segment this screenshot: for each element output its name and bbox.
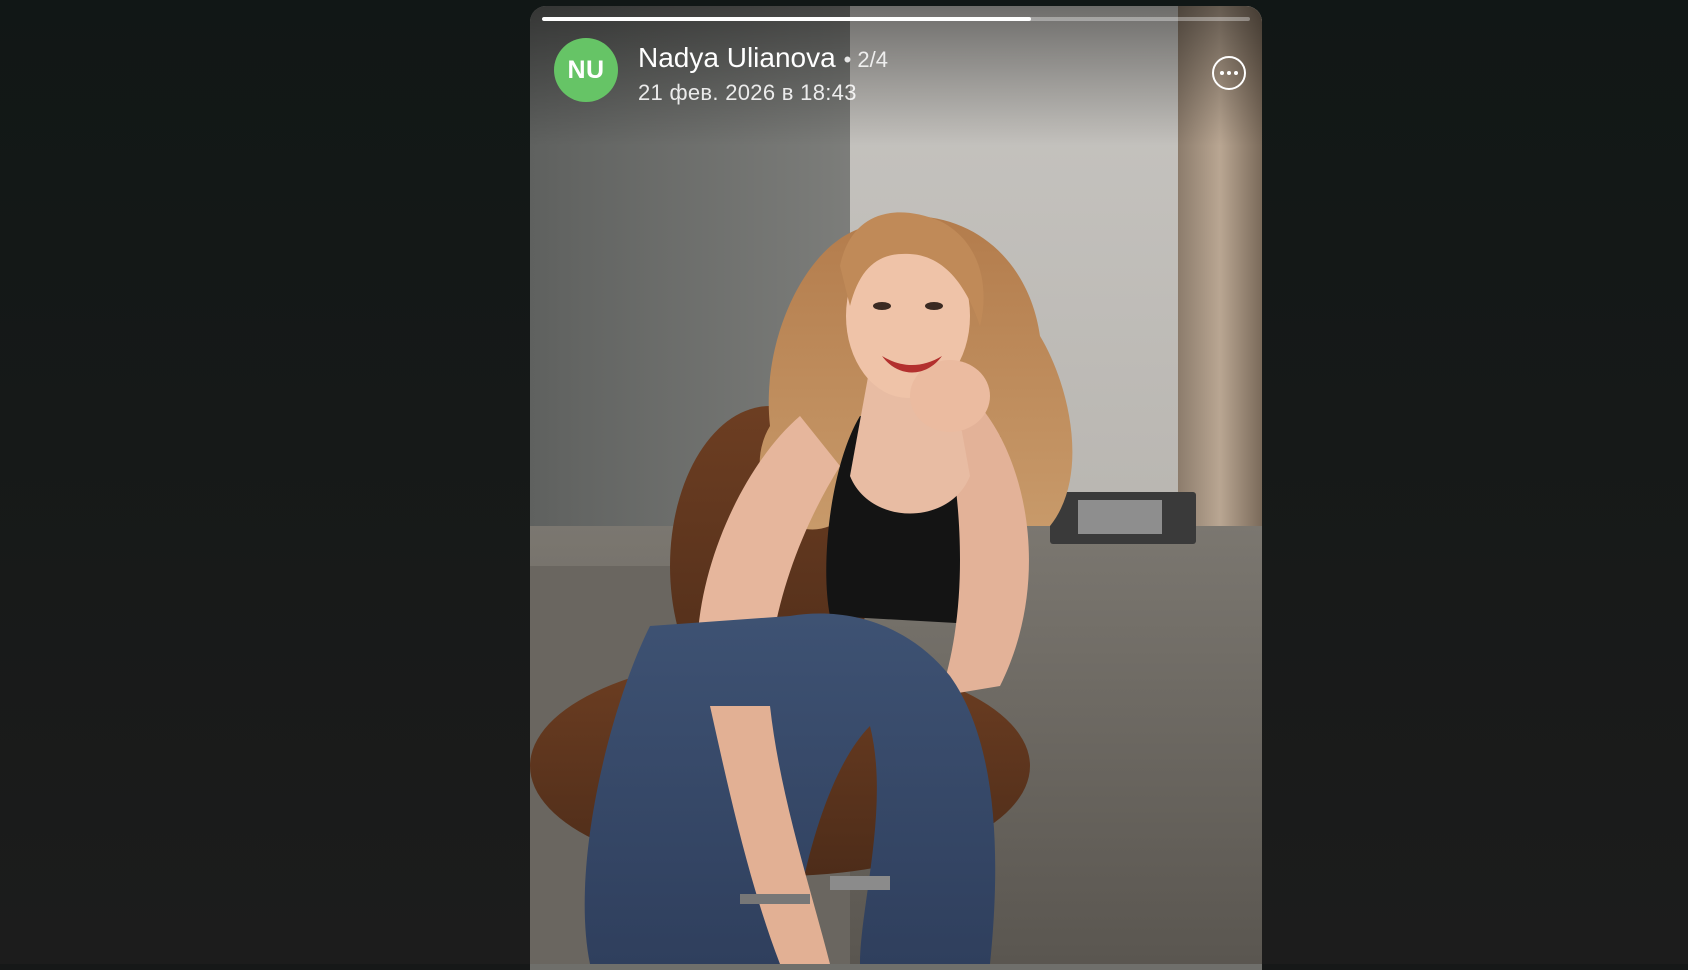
story-photo[interactable]	[530, 6, 1262, 964]
more-options-button[interactable]	[1212, 56, 1246, 90]
story-date: 21 фев. 2026 в 18:43	[638, 80, 857, 105]
more-horizontal-icon-dot	[1227, 71, 1231, 75]
author-avatar[interactable]: NU	[554, 38, 618, 102]
more-horizontal-icon	[1220, 71, 1224, 75]
story-progress-bar	[542, 17, 1250, 21]
author-line: Nadya Ulianova • 2/4	[638, 42, 888, 74]
avatar-initials: NU	[567, 55, 605, 84]
story-viewer[interactable]: NU Nadya Ulianova • 2/4 21 фев. 2026 в 1…	[530, 6, 1262, 970]
author-separator: •	[843, 47, 852, 72]
story-header: NU Nadya Ulianova • 2/4 21 фев. 2026 в 1…	[554, 38, 1246, 105]
author-name[interactable]: Nadya Ulianova	[638, 42, 836, 74]
story-progress-fill	[542, 17, 1031, 21]
story-counter: 2/4	[857, 47, 888, 72]
more-horizontal-icon-dot	[1234, 71, 1238, 75]
